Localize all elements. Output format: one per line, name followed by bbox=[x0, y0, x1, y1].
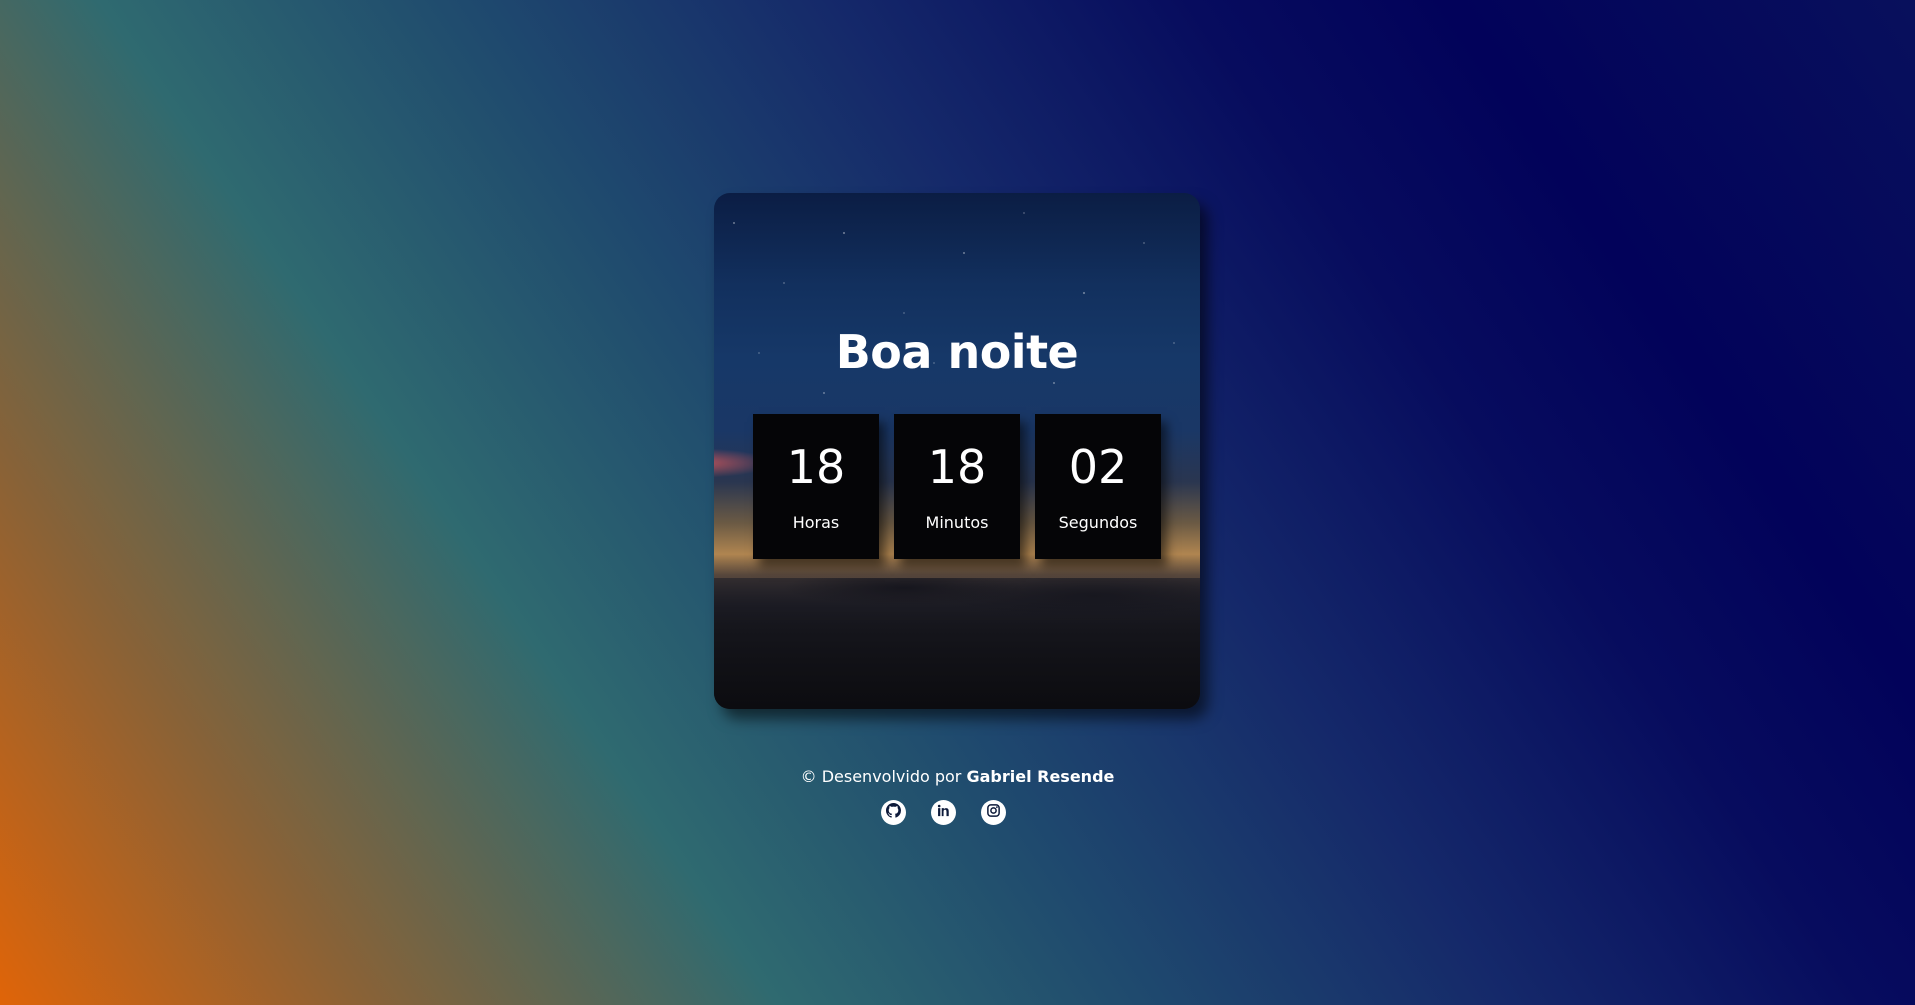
seconds-value: 02 bbox=[1068, 440, 1128, 494]
instagram-link[interactable] bbox=[981, 800, 1006, 825]
greeting-title: Boa noite bbox=[835, 325, 1079, 379]
minutes-label: Minutos bbox=[925, 513, 989, 532]
linkedin-link[interactable] bbox=[931, 800, 956, 825]
hours-label: Horas bbox=[792, 513, 840, 532]
social-links bbox=[881, 800, 1006, 825]
hours-box: 18 Horas bbox=[753, 414, 879, 559]
minutes-value: 18 bbox=[927, 440, 987, 494]
linkedin-icon bbox=[936, 803, 951, 822]
seconds-box: 02 Segundos bbox=[1035, 414, 1161, 559]
instagram-icon bbox=[986, 803, 1001, 822]
footer-credit: © Desenvolvido por Gabriel Resende bbox=[0, 767, 1915, 786]
footer-author: Gabriel Resende bbox=[966, 767, 1115, 786]
github-link[interactable] bbox=[881, 800, 906, 825]
greeting-card: Boa noite 18 Horas 18 Minutos 02 Segundo… bbox=[714, 193, 1200, 709]
seconds-label: Segundos bbox=[1058, 513, 1138, 532]
github-icon bbox=[886, 803, 901, 822]
footer-prefix: © Desenvolvido por bbox=[800, 767, 962, 786]
minutes-box: 18 Minutos bbox=[894, 414, 1020, 559]
hours-value: 18 bbox=[786, 440, 846, 494]
clock-boxes: 18 Horas 18 Minutos 02 Segundos bbox=[753, 414, 1161, 559]
